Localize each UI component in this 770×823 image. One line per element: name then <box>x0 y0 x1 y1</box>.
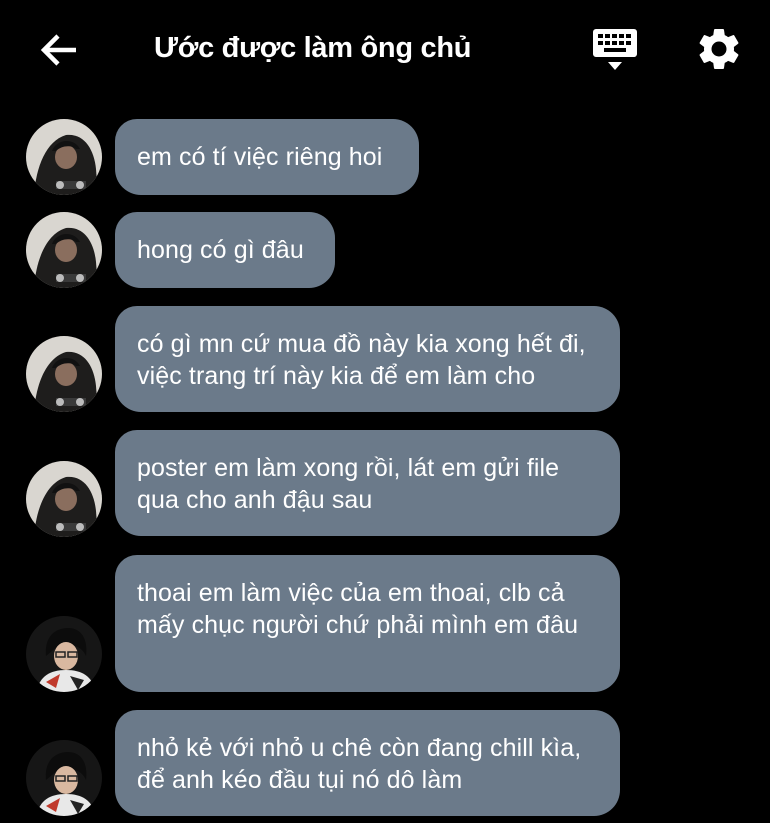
gear-icon <box>699 28 739 69</box>
avatar[interactable] <box>26 212 102 288</box>
avatar[interactable] <box>26 461 102 537</box>
message-bubble[interactable]: hong có gì đâu <box>115 212 335 288</box>
message-bubble[interactable]: thoai em làm việc của em thoai, clb cả m… <box>115 555 620 692</box>
avatar[interactable] <box>26 740 102 816</box>
message-bubble[interactable]: nhỏ kẻ với nhỏ u chê còn đang chill kìa,… <box>115 710 620 816</box>
keyboard-button[interactable] <box>590 26 642 76</box>
avatar[interactable] <box>26 119 102 195</box>
keyboard-icon <box>593 29 637 70</box>
chat-header: Ước được làm ông chủ <box>0 0 770 100</box>
message-bubble[interactable]: poster em làm xong rồi, lát em gửi file … <box>115 430 620 536</box>
arrow-left-icon <box>40 34 76 66</box>
avatar[interactable] <box>26 336 102 412</box>
chat-title: Ước được làm ông chủ <box>154 32 472 64</box>
avatar[interactable] <box>26 616 102 692</box>
message-bubble[interactable]: em có tí việc riêng hoi <box>115 119 419 195</box>
message-bubble[interactable]: có gì mn cứ mua đồ này kia xong hết đi, … <box>115 306 620 412</box>
back-button[interactable] <box>36 26 84 74</box>
settings-button[interactable] <box>694 24 744 74</box>
